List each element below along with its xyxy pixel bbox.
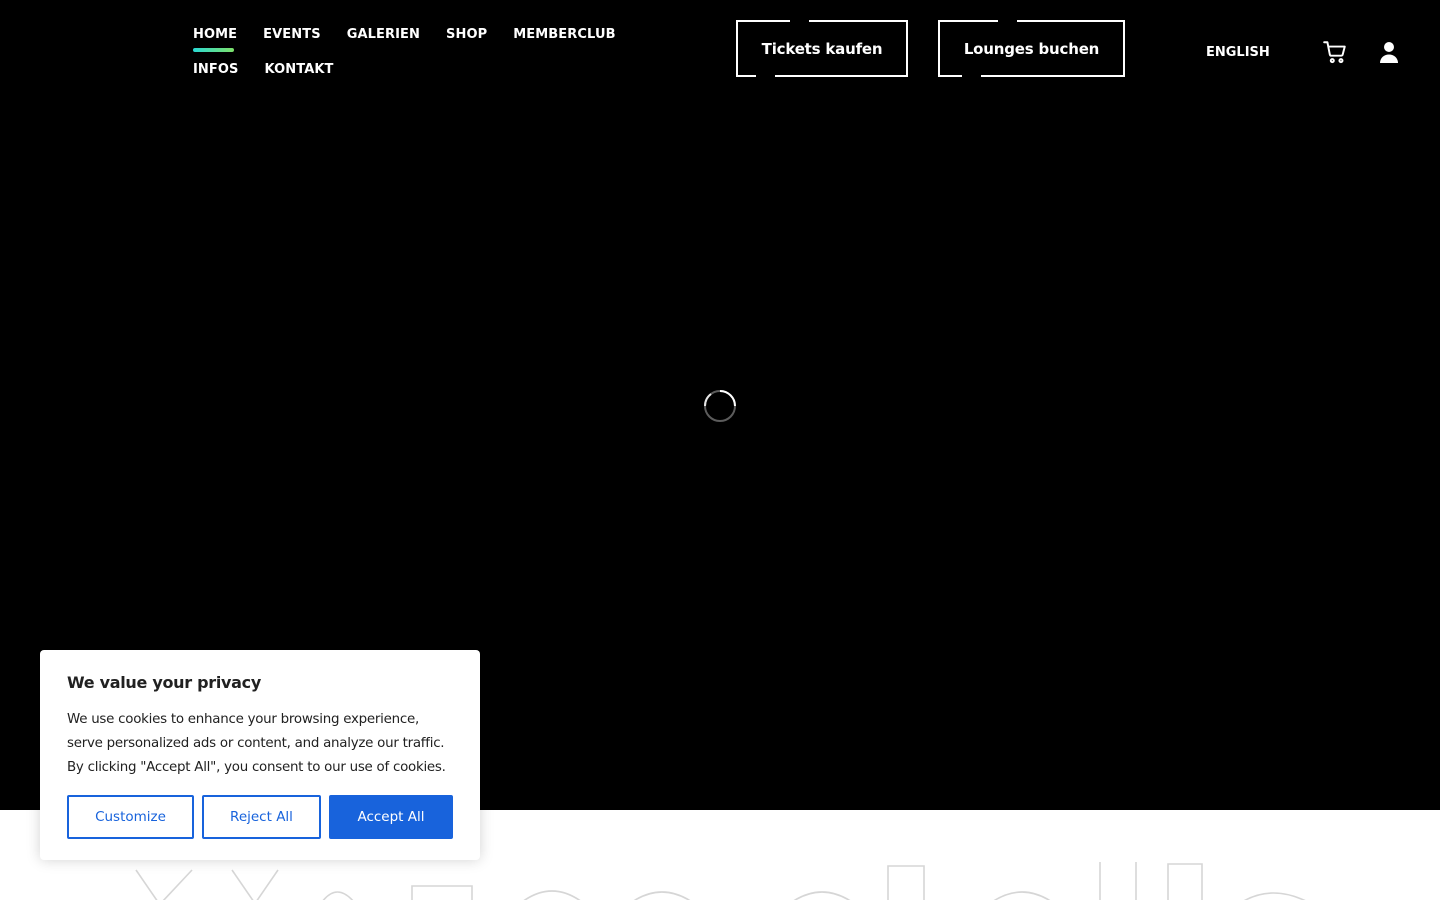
- cookie-accept-all-button[interactable]: Accept All: [329, 795, 453, 839]
- tickets-button[interactable]: Tickets kaufen: [736, 19, 908, 78]
- button-frame-gap: [790, 19, 809, 23]
- cookie-banner-text: We use cookies to enhance your browsing …: [67, 712, 446, 775]
- nav-item-galerien[interactable]: GALERIEN: [347, 26, 420, 44]
- main-nav: HOME EVENTS GALERIEN SHOP MEMBERCLUB INF…: [193, 26, 693, 79]
- cookie-reject-all-button[interactable]: Reject All: [202, 795, 321, 839]
- nav-item-home[interactable]: HOME: [193, 26, 237, 52]
- lounges-button[interactable]: Lounges buchen: [938, 19, 1125, 78]
- cart-button[interactable]: [1321, 38, 1349, 66]
- button-frame-gap: [756, 74, 775, 78]
- cookie-banner-title: We value your privacy: [67, 673, 261, 692]
- account-button[interactable]: [1375, 38, 1403, 66]
- user-icon: [1380, 42, 1398, 63]
- outline-heading-graphic: [135, 862, 1306, 900]
- nav-item-infos[interactable]: INFOS: [193, 61, 239, 79]
- nav-item-events[interactable]: EVENTS: [263, 26, 321, 44]
- page: HOME EVENTS GALERIEN SHOP MEMBERCLUB INF…: [0, 0, 1440, 900]
- nav-item-kontakt[interactable]: KONTAKT: [265, 61, 334, 79]
- cookie-banner-actions: Customize Reject All Accept All: [67, 795, 453, 839]
- loading-spinner-icon: [704, 390, 736, 422]
- language-switch[interactable]: ENGLISH: [1206, 44, 1270, 62]
- button-frame-gap: [998, 19, 1017, 23]
- shopping-cart-icon: [1323, 41, 1346, 64]
- button-frame-gap: [962, 74, 981, 78]
- site-header: HOME EVENTS GALERIEN SHOP MEMBERCLUB INF…: [0, 0, 1440, 100]
- cookie-customize-button[interactable]: Customize: [67, 795, 194, 839]
- lounges-button-label: Lounges buchen: [963, 39, 1100, 58]
- tickets-button-label: Tickets kaufen: [761, 39, 883, 58]
- cookie-consent-banner: We value your privacy We use cookies to …: [40, 650, 480, 860]
- nav-item-shop[interactable]: SHOP: [446, 26, 487, 44]
- nav-item-memberclub[interactable]: MEMBERCLUB: [513, 26, 615, 44]
